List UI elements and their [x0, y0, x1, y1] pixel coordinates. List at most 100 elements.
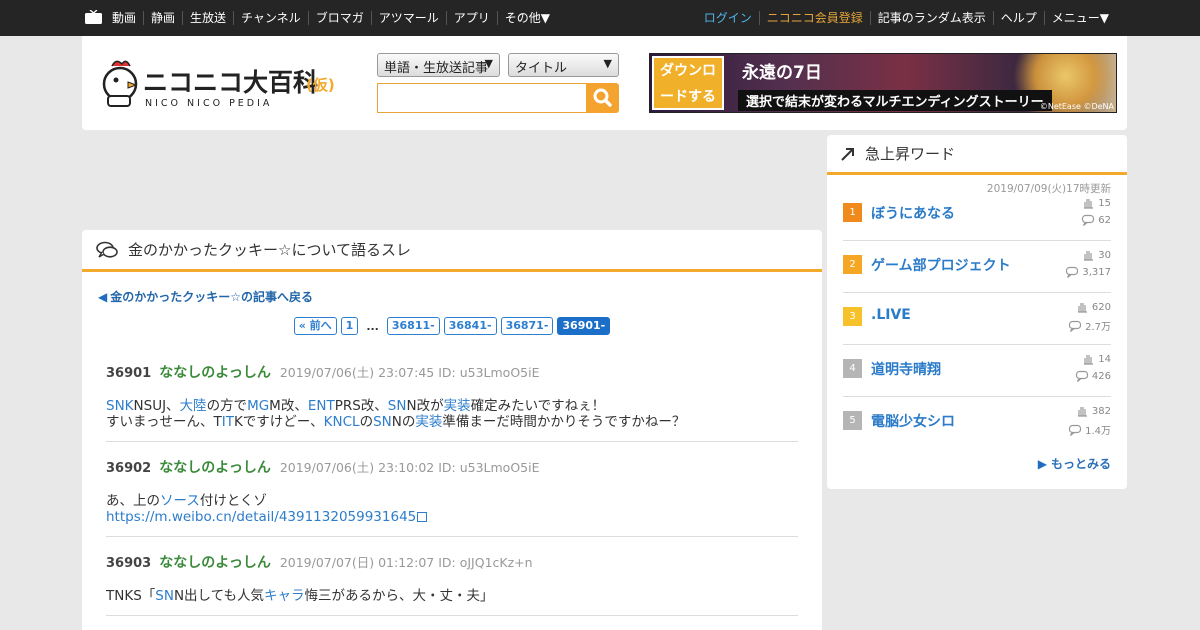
- search-button[interactable]: [586, 83, 619, 113]
- keyword-link[interactable]: KNCL: [324, 414, 360, 430]
- trending-word-link[interactable]: ゲーム部プロジェクト: [871, 255, 1011, 275]
- nav-atsumaru[interactable]: アツマール: [370, 11, 446, 25]
- random-article-link[interactable]: 記事のランダム表示: [869, 11, 993, 25]
- hand-icon: [1077, 303, 1087, 313]
- hand-icon: [1077, 407, 1087, 417]
- trending-header: 急上昇ワード: [827, 135, 1127, 175]
- keyword-link[interactable]: キャラ: [264, 588, 305, 604]
- hits-count: 382: [1091, 405, 1111, 417]
- comments-count: 2.7万: [1085, 322, 1111, 333]
- keyword-link[interactable]: SN: [373, 414, 392, 430]
- nav-seiga[interactable]: 静画: [143, 11, 182, 25]
- hits-stat: 15: [1081, 197, 1111, 209]
- trending-item[interactable]: 3 .LIVE 620 2.7万: [843, 293, 1111, 345]
- post-author: ななしのよっしん: [159, 555, 271, 571]
- keyword-link[interactable]: 実装: [444, 398, 471, 414]
- hits-stat: 30: [1081, 249, 1111, 261]
- nav-channel[interactable]: チャンネル: [233, 11, 308, 25]
- trending-item[interactable]: 4 道明寺晴翔 14 426: [843, 345, 1111, 397]
- keyword-link[interactable]: 大陸: [180, 398, 207, 414]
- niconico-tv-icon[interactable]: [85, 10, 102, 24]
- bbs-speech-icon: [96, 241, 118, 258]
- post-divider: [106, 536, 798, 537]
- external-link[interactable]: https://m.weibo.cn/detail/43911320599316…: [106, 509, 416, 525]
- page-link[interactable]: 36841-: [443, 317, 497, 335]
- search-field-select[interactable]: タイトル ▼: [508, 53, 619, 77]
- post-body: あ、上のソース付けとくゾ https://m.weibo.cn/detail/4…: [106, 493, 798, 525]
- comments-count: 426: [1091, 370, 1111, 382]
- banner-title: 永遠の7日: [742, 63, 822, 83]
- post-line: SNKNSUJ、大陸の方でMGM改、ENTPRS改、SNN改が実装確定みたいです…: [106, 398, 798, 414]
- logo-text: ニコニコ大百科: [143, 68, 318, 97]
- nav-app[interactable]: アプリ: [445, 11, 497, 25]
- keyword-link[interactable]: ソース: [160, 493, 200, 509]
- trending-item[interactable]: 1 ぼうにあなる 15 62: [843, 189, 1111, 241]
- post-number[interactable]: 36901: [106, 366, 151, 381]
- post-number[interactable]: 36902: [106, 461, 151, 476]
- dropdown-caret-icon: ▼: [603, 57, 612, 70]
- trending-word-link[interactable]: 電脳少女シロ: [871, 411, 955, 431]
- keyword-link[interactable]: MG: [247, 398, 269, 414]
- register-link[interactable]: ニコニコ会員登録: [758, 11, 870, 25]
- page-link-first[interactable]: 1: [340, 317, 359, 335]
- nicopedia-logo[interactable]: ニコニコ大百科 (仮) NICO NICO PEDIA: [98, 54, 348, 112]
- back-to-article-link[interactable]: ◀ 金のかかったクッキー☆の記事へ戻る: [98, 288, 313, 305]
- user-menu[interactable]: メニュー▼: [1043, 11, 1116, 25]
- post-divider: [106, 441, 798, 442]
- post-text: すいまっせーん、T: [106, 414, 222, 430]
- rank-badge: 3: [843, 307, 862, 326]
- search-icon: [593, 88, 612, 107]
- comments-stat: 426: [1075, 370, 1111, 382]
- post-meta: 36901 ななしのよっしん 2019/07/06(土) 23:07:45 ID…: [106, 362, 798, 382]
- post-text: 悔三があるから、大・丈・夫」: [304, 588, 494, 604]
- post-text: あ、上の: [106, 493, 160, 509]
- hits-count: 30: [1098, 249, 1111, 261]
- more-arrow-icon: ▶: [1037, 457, 1047, 471]
- keyword-link[interactable]: 実装: [415, 414, 442, 430]
- bbs-thread-panel: 金のかかったクッキー☆について語るスレ ◀ 金のかかったクッキー☆の記事へ戻る «…: [82, 230, 822, 630]
- current-page[interactable]: 36901-: [557, 317, 611, 335]
- post-meta: 36902 ななしのよっしん 2019/07/06(土) 23:10:02 ID…: [106, 457, 798, 477]
- page-link[interactable]: 36871-: [500, 317, 554, 335]
- rank-badge: 1: [843, 203, 862, 222]
- post-text: 付けとくゾ: [199, 493, 267, 509]
- trending-up-icon: [841, 147, 854, 161]
- comments-stat: 2.7万: [1068, 318, 1111, 333]
- nav-douga[interactable]: 動画: [105, 11, 143, 25]
- search-type-select[interactable]: 単語・生放送記事 ▼: [377, 53, 500, 77]
- search-type-value: 単語・生放送記事: [384, 61, 489, 76]
- page-link[interactable]: 36811-: [386, 317, 440, 335]
- trending-word-link[interactable]: .LIVE: [871, 307, 911, 323]
- external-link-icon: [417, 512, 428, 522]
- nav-live[interactable]: 生放送: [182, 11, 233, 25]
- hand-icon: [1084, 355, 1094, 365]
- trending-item[interactable]: 2 ゲーム部プロジェクト 30 3,317: [843, 241, 1111, 293]
- keyword-link[interactable]: SNK: [106, 398, 134, 414]
- keyword-link[interactable]: ENT: [308, 398, 335, 414]
- trending-word-link[interactable]: 道明寺晴翔: [871, 359, 941, 379]
- post-number[interactable]: 36903: [106, 556, 151, 571]
- post-line: すいまっせーん、TITKですけどー、KNCLのSNNの実装準備まーだ時間かかりそ…: [106, 414, 798, 430]
- hits-stat: 620: [1075, 301, 1111, 313]
- trending-word-link[interactable]: ぼうにあなる: [871, 203, 955, 223]
- help-link[interactable]: ヘルプ: [992, 11, 1044, 25]
- comment-icon: [1066, 266, 1079, 278]
- nav-blomaga[interactable]: ブロマガ: [307, 11, 371, 25]
- trending-item[interactable]: 5 電脳少女シロ 382 1.4万: [843, 397, 1111, 449]
- post-text: M改、: [269, 398, 308, 414]
- rank-badge: 4: [843, 359, 862, 378]
- keyword-link[interactable]: SN: [388, 398, 407, 414]
- hand-icon: [1084, 199, 1094, 209]
- post-author: ななしのよっしん: [159, 460, 271, 476]
- search-input[interactable]: [377, 83, 587, 113]
- prev-page-button[interactable]: « 前へ: [293, 317, 337, 335]
- post-text: Kですけどー、: [233, 414, 324, 430]
- keyword-link[interactable]: SN: [155, 588, 174, 604]
- back-link-label: 金のかかったクッキー☆の記事へ戻る: [110, 290, 313, 304]
- post-text: N改が: [406, 398, 444, 414]
- keyword-link[interactable]: IT: [222, 414, 234, 430]
- more-trending-link[interactable]: ▶ もっとみる: [1038, 455, 1111, 472]
- nav-other-menu[interactable]: その他▼: [496, 11, 557, 25]
- ad-banner[interactable]: ダウンロードする 永遠の7日 選択で結末が変わるマルチエンディングストーリー ©…: [649, 53, 1117, 113]
- login-link[interactable]: ログイン: [697, 11, 759, 25]
